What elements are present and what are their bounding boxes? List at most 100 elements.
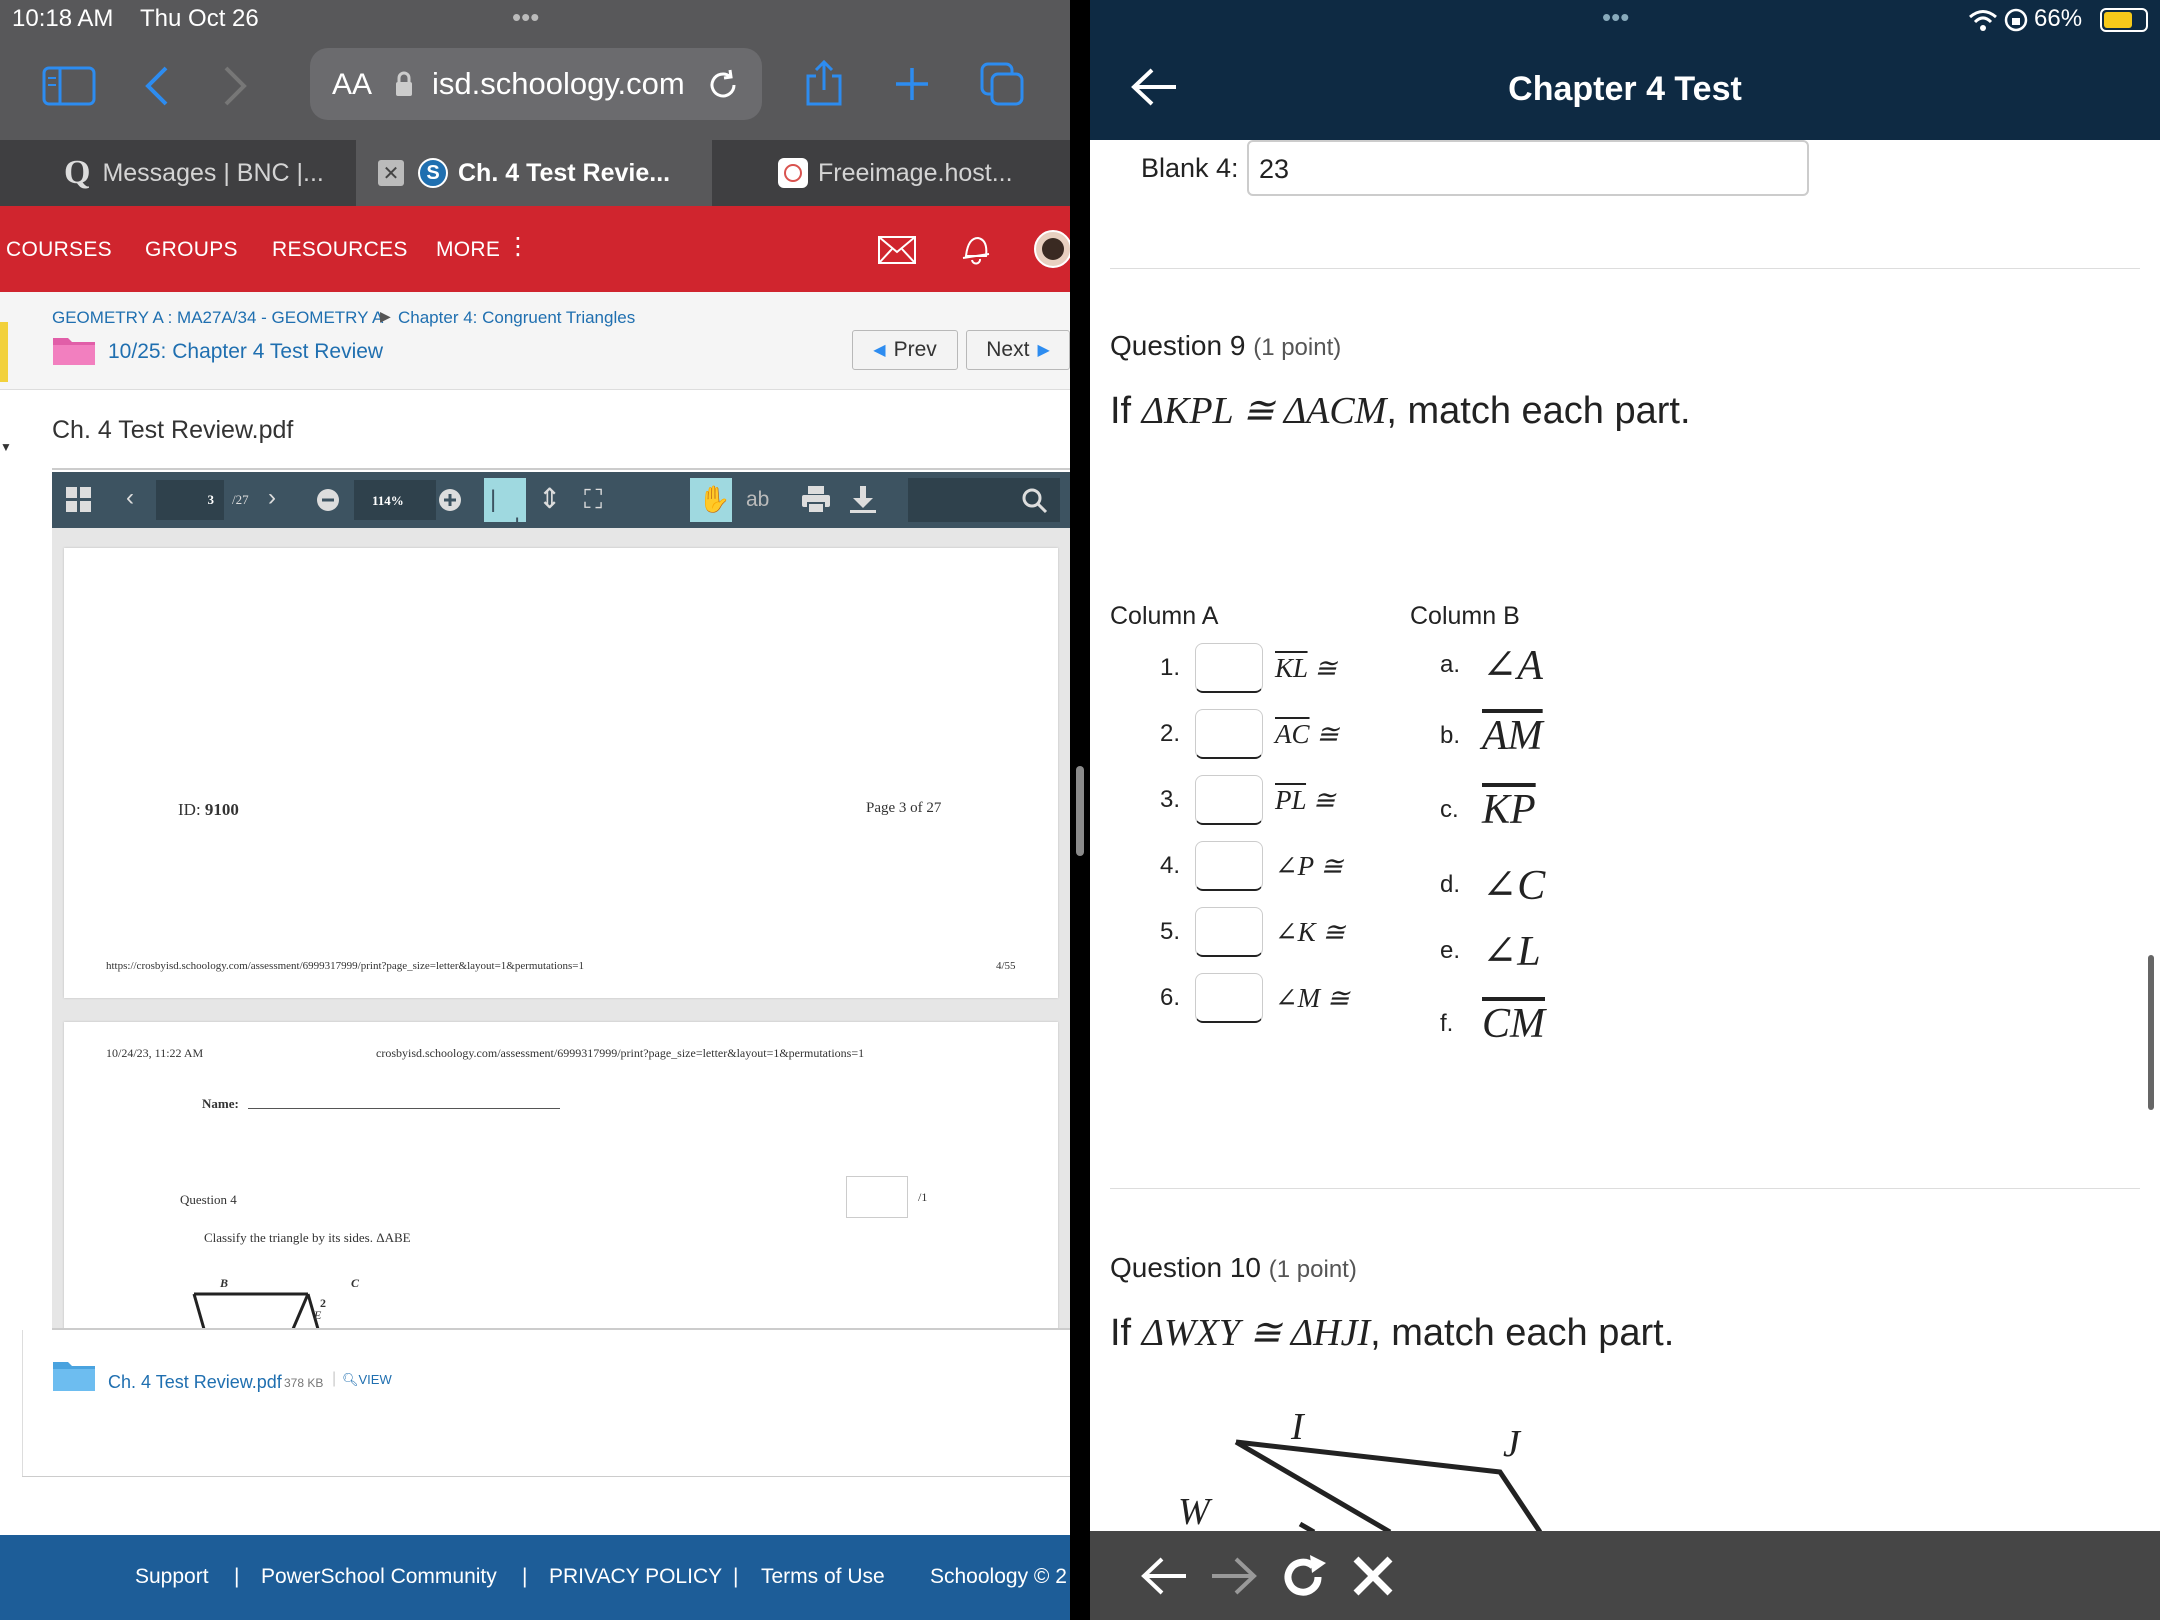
- footer: Support | PowerSchool Community | PRIVAC…: [0, 1535, 1070, 1620]
- breadcrumb-section[interactable]: Chapter 4: Congruent Triangles: [398, 308, 635, 328]
- test-title: Chapter 4 Test: [1508, 70, 1742, 108]
- multitask-dots-icon[interactable]: •••: [1602, 2, 1629, 33]
- view-link[interactable]: 🔍︎VIEW: [342, 1372, 392, 1388]
- tab-test-review[interactable]: ✕ S Ch. 4 Test Revie...: [356, 140, 712, 206]
- status-time: 10:18 AM: [12, 5, 114, 32]
- browser-pane: 10:18 AM Thu Oct 26 ••• AA isd.schoology…: [0, 0, 1070, 1620]
- question-9-prompt: If ΔKPL ≅ ΔACM, match each part.: [1110, 390, 1691, 432]
- triangle-right-icon: ▶: [1037, 342, 1050, 359]
- more-dots-icon[interactable]: ⋮: [506, 232, 530, 261]
- fit-page-icon[interactable]: ⇕: [538, 482, 561, 515]
- footer-copyright: Schoology © 2: [930, 1565, 1067, 1588]
- match-row: 4. ∠P ≅: [1160, 838, 1343, 894]
- orientation-lock-icon: [2004, 8, 2028, 32]
- thumbnails-icon[interactable]: [66, 487, 92, 513]
- pdf-score-box: [846, 1176, 908, 1218]
- fit-width-button[interactable]: |↔|: [484, 478, 526, 541]
- text-size-button[interactable]: AA: [332, 68, 372, 102]
- fullscreen-icon[interactable]: ⛶: [584, 484, 602, 516]
- prev-button[interactable]: ◀ Prev: [852, 330, 958, 370]
- pdf-page: ID: 9100 Page 3 of 27 https://crosbyisd.…: [64, 548, 1058, 998]
- address-bar[interactable]: AA isd.schoology.com: [310, 48, 762, 120]
- footer-terms[interactable]: Terms of Use: [761, 1565, 885, 1589]
- pdf-datetime: 10/24/23, 11:22 AM: [106, 1046, 204, 1060]
- pdf-score: /1: [918, 1190, 928, 1204]
- match-input[interactable]: [1195, 643, 1263, 693]
- choice-row: a. ∠A: [1440, 643, 1543, 689]
- breadcrumb-course[interactable]: GEOMETRY A : MA27A/34 - GEOMETRY A: [52, 308, 383, 328]
- tab-label: Messages | BNC |...: [102, 158, 324, 187]
- match-input[interactable]: [1195, 907, 1263, 957]
- collapse-caret-icon[interactable]: ▼: [0, 440, 14, 454]
- multitask-dots-icon[interactable]: •••: [512, 2, 539, 33]
- magnifier-icon: 🔍︎: [342, 1372, 359, 1387]
- nav-courses[interactable]: COURSES: [6, 238, 112, 262]
- next-button[interactable]: Next ▶: [966, 330, 1070, 370]
- split-divider[interactable]: [1070, 0, 1090, 1620]
- zoom-out-icon[interactable]: [316, 488, 340, 512]
- battery-percent: 66%: [2034, 5, 2083, 32]
- column-a-header: Column A: [1110, 602, 1219, 630]
- mail-icon[interactable]: [878, 236, 916, 264]
- nav-groups[interactable]: GROUPS: [145, 238, 238, 262]
- blank4-input[interactable]: 23: [1247, 140, 1809, 196]
- tab-overview-icon[interactable]: [978, 60, 1026, 108]
- zoom-input[interactable]: 114%: [354, 480, 436, 520]
- tab-messages[interactable]: Q Messages | BNC |...: [0, 140, 356, 206]
- question-10-prompt: If ΔWXY ≅ ΔHJI, match each part.: [1110, 1312, 1675, 1354]
- sidebar-icon[interactable]: [42, 66, 96, 106]
- pdf-url: crosbyisd.schoology.com/assessment/69993…: [376, 1046, 865, 1060]
- choice-row: e. ∠L: [1440, 929, 1541, 975]
- share-icon[interactable]: [804, 58, 844, 108]
- triangle-left-icon: ◀: [873, 342, 886, 359]
- pdf-search-input[interactable]: [908, 478, 1060, 522]
- side-tab-strip: [0, 322, 8, 382]
- match-row: 5. ∠K ≅: [1160, 904, 1345, 960]
- attachment-link[interactable]: Ch. 4 Test Review.pdf: [108, 1372, 282, 1393]
- match-input[interactable]: [1195, 841, 1263, 891]
- browser-forward-icon[interactable]: [1210, 1555, 1258, 1597]
- nav-more[interactable]: MORE: [436, 238, 500, 262]
- tab-bar: Q Messages | BNC |... ✕ S Ch. 4 Test Rev…: [0, 140, 1070, 206]
- browser-back-icon[interactable]: [1140, 1555, 1188, 1597]
- pdf-viewer[interactable]: ID: 9100 Page 3 of 27 https://crosbyisd.…: [52, 528, 1070, 1328]
- document-title: Ch. 4 Test Review.pdf: [52, 416, 294, 444]
- tab-label: Ch. 4 Test Revie...: [458, 158, 671, 187]
- pdf-prompt: Classify the triangle by its sides. ΔABE: [204, 1230, 411, 1245]
- back-icon[interactable]: [142, 64, 172, 108]
- match-input[interactable]: [1195, 709, 1263, 759]
- new-tab-icon[interactable]: [892, 64, 932, 104]
- forward-icon[interactable]: [220, 64, 250, 108]
- print-icon[interactable]: [802, 486, 830, 514]
- quizlet-icon: Q: [64, 154, 91, 191]
- match-input[interactable]: [1195, 775, 1263, 825]
- tab-freeimage[interactable]: Freeimage.host...: [712, 140, 1070, 206]
- footer-support[interactable]: Support: [135, 1565, 209, 1589]
- footer-privacy[interactable]: PRIVACY POLICY: [549, 1565, 722, 1589]
- next-page-icon[interactable]: ›: [268, 484, 276, 512]
- page-number-input[interactable]: 3: [156, 480, 224, 520]
- question-9-heading: Question 9 (1 point): [1110, 330, 1342, 361]
- refresh-icon[interactable]: [1280, 1553, 1330, 1599]
- match-input[interactable]: [1195, 973, 1263, 1023]
- scrollbar[interactable]: [2148, 955, 2154, 1110]
- bell-icon[interactable]: [960, 232, 992, 266]
- bottom-toolbar: [1090, 1531, 2160, 1620]
- pdf-url: https://crosbyisd.schoology.com/assessme…: [106, 960, 584, 972]
- split-handle[interactable]: [1076, 766, 1084, 856]
- browser-chrome: 10:18 AM Thu Oct 26 ••• AA isd.schoology…: [0, 0, 1070, 140]
- download-icon[interactable]: [850, 486, 876, 514]
- avatar[interactable]: [1034, 230, 1070, 268]
- footer-community[interactable]: PowerSchool Community: [261, 1565, 497, 1589]
- screen: 10:18 AM Thu Oct 26 ••• AA isd.schoology…: [0, 0, 2160, 1620]
- nav-resources[interactable]: RESOURCES: [272, 238, 408, 262]
- prev-page-icon[interactable]: ‹: [126, 484, 134, 512]
- close-tab-icon[interactable]: ✕: [378, 160, 404, 186]
- zoom-in-icon[interactable]: [438, 488, 462, 512]
- reload-icon[interactable]: [706, 68, 740, 102]
- hand-tool-button[interactable]: ✋: [690, 478, 732, 522]
- close-icon[interactable]: [1352, 1555, 1394, 1597]
- blank4-label: Blank 4:: [1141, 153, 1239, 183]
- text-select-tool[interactable]: ab: [746, 488, 769, 512]
- question-10-heading: Question 10 (1 point): [1110, 1252, 1357, 1283]
